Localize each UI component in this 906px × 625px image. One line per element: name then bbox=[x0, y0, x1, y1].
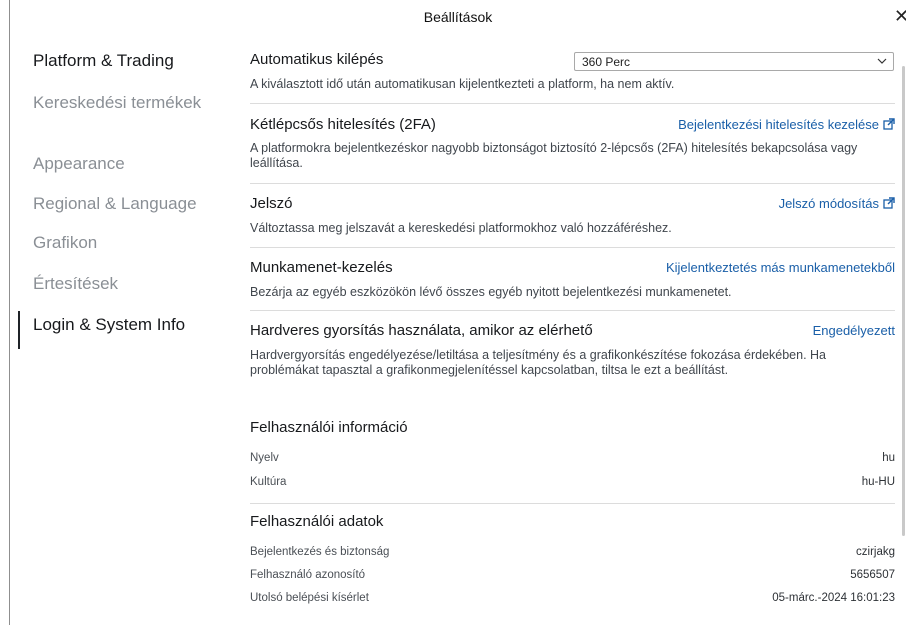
info-key: Kultúra bbox=[250, 476, 287, 488]
data-key: Bejelentkezés és biztonság bbox=[250, 546, 390, 558]
title-bar: Beállítások ✕ bbox=[10, 0, 906, 36]
external-link-icon bbox=[883, 197, 895, 209]
settings-dialog: Beállítások ✕ Platform & Trading Kereske… bbox=[9, 0, 906, 625]
sidebar-item-regional-language[interactable]: Regional & Language bbox=[33, 193, 223, 214]
data-key: Utolsó belépési kísérlet bbox=[250, 592, 369, 604]
sessions-description: Bezárja az egyéb eszközökön lévő összes … bbox=[250, 285, 732, 299]
divider bbox=[250, 503, 895, 504]
hwaccel-description: Hardvergyorsítás engedélyezése/letiltása… bbox=[250, 348, 827, 377]
divider bbox=[250, 247, 895, 248]
twofa-manage-link[interactable]: Bejelentkezési hitelesítés kezelése bbox=[678, 117, 895, 132]
settings-sidebar: Platform & Trading Kereskedési termékek … bbox=[10, 36, 230, 625]
autologout-title: Automatikus kilépés bbox=[250, 51, 384, 68]
twofa-title: Kétlépcsős hitelesítés (2FA) bbox=[250, 116, 436, 133]
twofa-link-label: Bejelentkezési hitelesítés kezelése bbox=[678, 117, 879, 132]
data-value: 5656507 bbox=[850, 569, 895, 581]
data-value: 05-márc.-2024 16:01:23 bbox=[772, 592, 895, 604]
scroll-thumb[interactable] bbox=[902, 66, 905, 536]
autologout-description: A kiválasztott idő után automatikusan ki… bbox=[250, 77, 675, 91]
dialog-title: Beállítások bbox=[423, 9, 493, 25]
password-title: Jelszó bbox=[250, 195, 293, 212]
hwaccel-title: Hardveres gyorsítás használata, amikor a… bbox=[250, 322, 593, 339]
logout-other-sessions-link[interactable]: Kijelentkeztetés más munkamenetekből bbox=[666, 260, 895, 275]
info-value: hu-HU bbox=[861, 476, 895, 488]
info-key: Nyelv bbox=[250, 452, 279, 464]
user-data-title: Felhasználói adatok bbox=[250, 513, 384, 530]
sidebar-item-grafikon[interactable]: Grafikon bbox=[33, 232, 223, 253]
close-icon[interactable]: ✕ bbox=[894, 6, 906, 27]
data-key: Felhasználó azonosító bbox=[250, 569, 366, 581]
sessions-title: Munkamenet-kezelés bbox=[250, 259, 393, 276]
external-link-icon bbox=[883, 118, 895, 130]
chevron-down-icon bbox=[877, 58, 887, 64]
divider bbox=[250, 183, 895, 184]
autologout-select-value: 360 Perc bbox=[582, 55, 631, 69]
selected-indicator bbox=[18, 311, 20, 349]
sidebar-item-kereskedesi-termekek[interactable]: Kereskedési termékek bbox=[33, 92, 223, 113]
password-description: Változtassa meg jelszavát a kereskedési … bbox=[250, 221, 672, 235]
sidebar-item-login-system-info[interactable]: Login & System Info bbox=[33, 314, 223, 335]
sidebar-item-ertesitesek[interactable]: Értesítések bbox=[33, 273, 223, 294]
hwaccel-toggle-link[interactable]: Engedélyezett bbox=[813, 323, 895, 338]
autologout-select[interactable]: 360 Perc bbox=[574, 52, 894, 71]
password-link-label: Jelszó módosítás bbox=[778, 196, 879, 211]
user-info-title: Felhasználói információ bbox=[250, 419, 408, 436]
sidebar-item-appearance[interactable]: Appearance bbox=[33, 153, 223, 174]
twofa-description: A platformokra bejelentkezéskor nagyobb … bbox=[250, 141, 858, 170]
divider bbox=[250, 103, 895, 104]
sidebar-item-platform-trading[interactable]: Platform & Trading bbox=[33, 50, 223, 71]
content-scrollbar[interactable] bbox=[902, 36, 906, 625]
password-change-link[interactable]: Jelszó módosítás bbox=[779, 196, 895, 211]
data-value: czirjakg bbox=[856, 546, 895, 558]
info-value: hu bbox=[882, 452, 895, 464]
settings-content: Automatikus kilépés 360 Perc A kiválaszt… bbox=[250, 36, 896, 625]
divider bbox=[250, 310, 895, 311]
